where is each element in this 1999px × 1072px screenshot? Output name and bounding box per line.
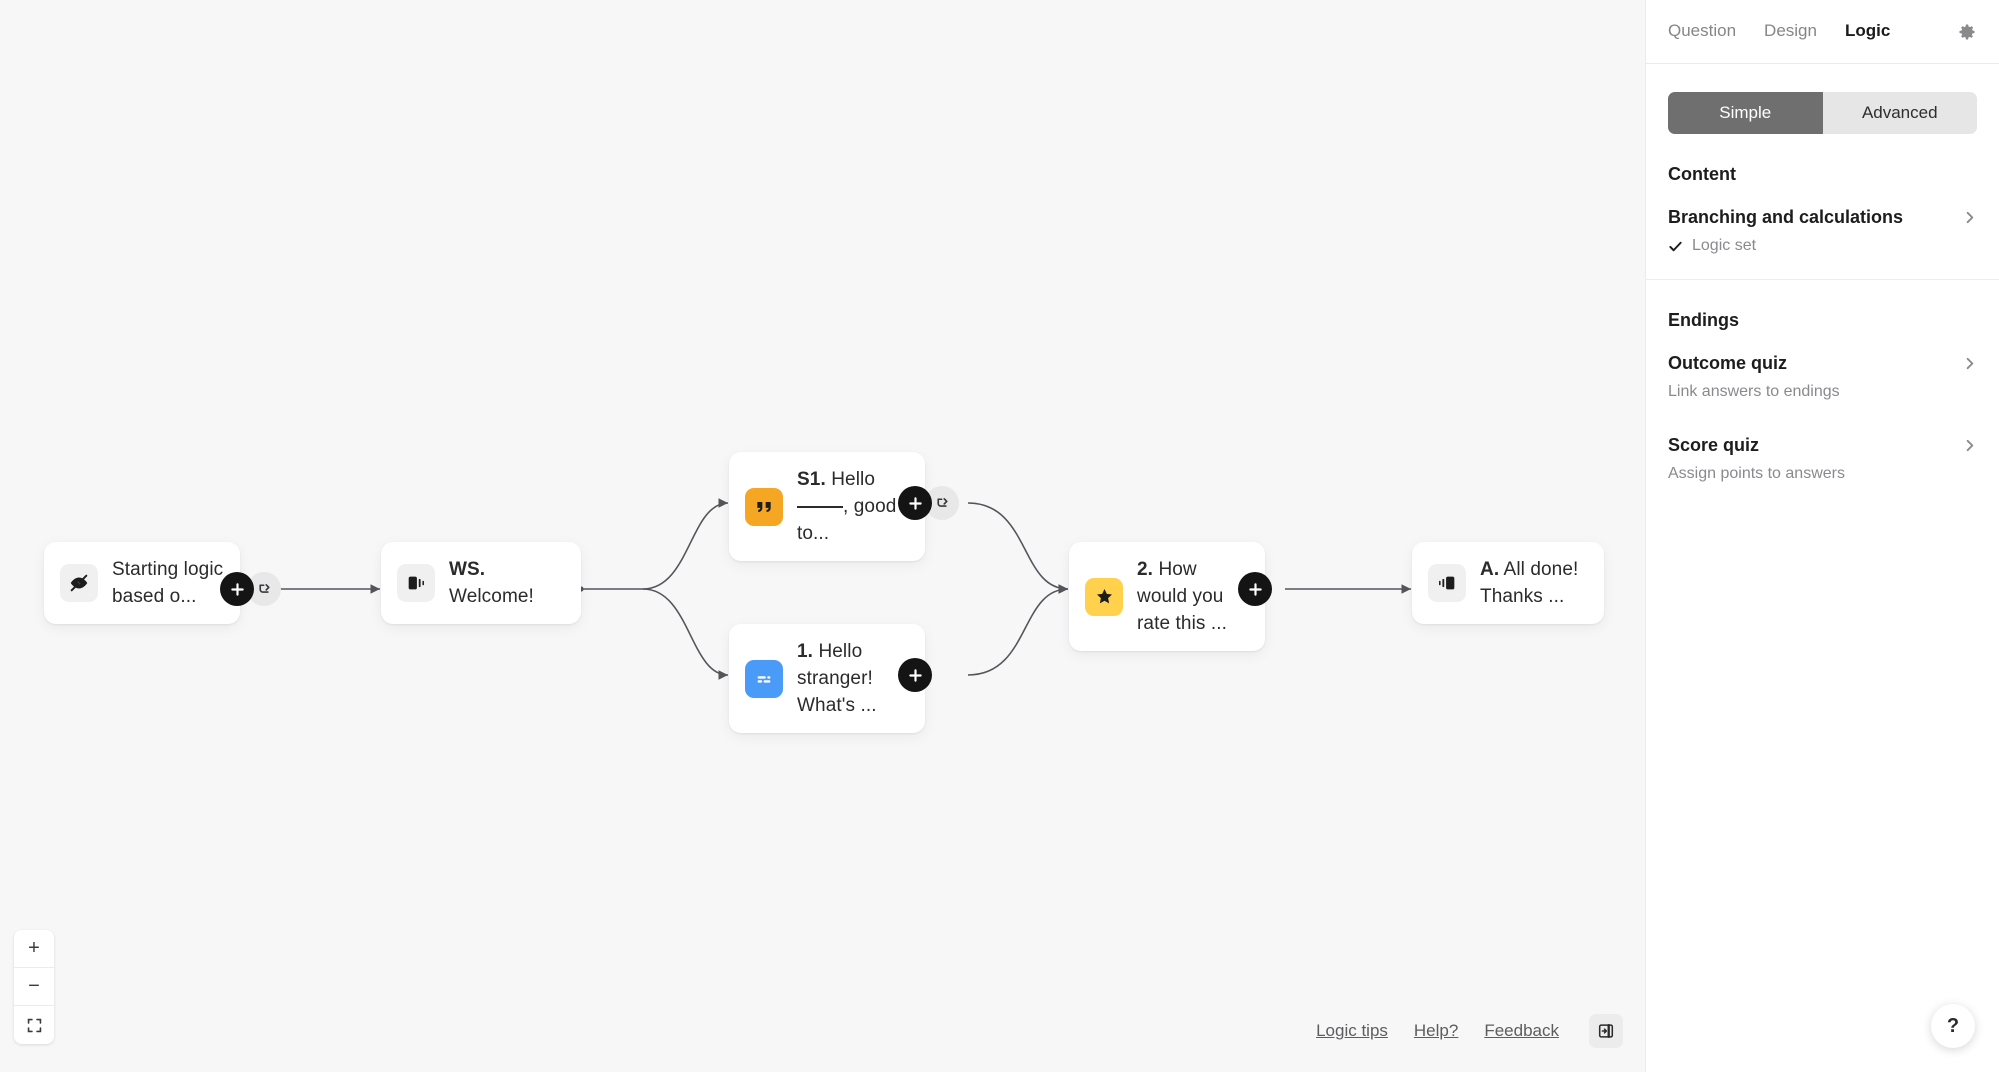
- segment-simple[interactable]: Simple: [1668, 92, 1823, 134]
- help-link[interactable]: Help?: [1414, 1021, 1458, 1041]
- flow-node-prefix: S1.: [797, 469, 826, 490]
- zoom-in-button[interactable]: +: [14, 930, 54, 968]
- zoom-controls: + −: [14, 930, 54, 1044]
- logic-mode-toggle: Simple Advanced: [1668, 92, 1977, 134]
- collapse-panel-button[interactable]: [1589, 1014, 1623, 1048]
- add-step-button-q2[interactable]: [1238, 572, 1272, 606]
- outcome-quiz-row[interactable]: Outcome quiz: [1668, 353, 1977, 374]
- content-section: Content Branching and calculations Logic…: [1646, 164, 1999, 255]
- tab-question[interactable]: Question: [1668, 21, 1736, 43]
- recall-blank-icon: [797, 506, 843, 508]
- content-heading: Content: [1668, 164, 1977, 185]
- flow-canvas[interactable]: Starting logic based o...: [0, 0, 1645, 1072]
- chevron-right-icon: [1962, 210, 1977, 225]
- logic-editor-app: Starting logic based o...: [0, 0, 1999, 1072]
- branching-and-calculations-row[interactable]: Branching and calculations: [1668, 207, 1977, 228]
- flow-node-label: Starting logic based o...: [112, 556, 224, 610]
- zoom-out-button[interactable]: −: [14, 968, 54, 1006]
- flow-node-label: A. All done! Thanks ...: [1480, 556, 1588, 610]
- feedback-link[interactable]: Feedback: [1484, 1021, 1559, 1041]
- fit-to-screen-button[interactable]: [14, 1006, 54, 1044]
- outcome-quiz-subtitle: Link answers to endings: [1668, 383, 1977, 401]
- chevron-right-icon: [1962, 356, 1977, 371]
- endings-section: Endings Outcome quiz Link answers to end…: [1646, 310, 1999, 483]
- right-panel: Question Design Logic Simple Advanced Co…: [1645, 0, 1999, 1072]
- chevron-right-icon: [1962, 438, 1977, 453]
- flow-node-prefix: WS.: [449, 559, 485, 580]
- rating-star-icon: [1085, 578, 1123, 616]
- branching-status-label: Logic set: [1692, 237, 1756, 255]
- flow-node-body: Welcome!: [449, 586, 534, 607]
- score-quiz-row[interactable]: Score quiz: [1668, 435, 1977, 456]
- flow-node-label: 2. How would you rate this ...: [1137, 556, 1249, 637]
- score-quiz-subtitle: Assign points to answers: [1668, 465, 1977, 483]
- flow-node-label: 1. Hello stranger! What's ...: [797, 638, 909, 719]
- quote-icon: [745, 488, 783, 526]
- panel-divider: [1646, 279, 1999, 280]
- flow-node-q2[interactable]: 2. How would you rate this ...: [1069, 542, 1265, 651]
- branching-row-label: Branching and calculations: [1668, 207, 1903, 228]
- segment-advanced[interactable]: Advanced: [1823, 92, 1978, 134]
- flow-node-welcome[interactable]: WS. Welcome!: [381, 542, 581, 624]
- branching-status: Logic set: [1668, 237, 1977, 255]
- flow-node-label: WS. Welcome!: [449, 556, 565, 610]
- eye-slash-icon: [60, 564, 98, 602]
- add-step-button-start[interactable]: [220, 572, 254, 606]
- flow-node-prefix: A.: [1480, 559, 1499, 580]
- add-step-button-q1[interactable]: [898, 658, 932, 692]
- flow-node-start[interactable]: Starting logic based o...: [44, 542, 240, 624]
- flow-node-s1[interactable]: S1. Hello , good to...: [729, 452, 925, 561]
- logic-tips-link[interactable]: Logic tips: [1316, 1021, 1388, 1041]
- panel-tabs: Question Design Logic: [1646, 0, 1999, 64]
- flow-node-q1[interactable]: 1. Hello stranger! What's ...: [729, 624, 925, 733]
- ending-screen-icon: [1428, 564, 1466, 602]
- flow-node-prefix: 1.: [797, 641, 813, 662]
- short-text-icon: [745, 660, 783, 698]
- tab-logic[interactable]: Logic: [1845, 21, 1890, 43]
- gear-icon[interactable]: [1957, 22, 1977, 42]
- flow-node-prefix: 2.: [1137, 559, 1153, 580]
- check-icon: [1668, 239, 1683, 254]
- add-step-button-s1[interactable]: [898, 486, 932, 520]
- outcome-quiz-label: Outcome quiz: [1668, 353, 1787, 374]
- canvas-bottom-bar: Logic tips Help? Feedback: [1316, 1014, 1623, 1048]
- tab-design[interactable]: Design: [1764, 21, 1817, 43]
- flow-node-ending[interactable]: A. All done! Thanks ...: [1412, 542, 1604, 624]
- flow-node-label: S1. Hello , good to...: [797, 466, 909, 547]
- welcome-screen-icon: [397, 564, 435, 602]
- help-floating-button[interactable]: ?: [1931, 1004, 1975, 1048]
- endings-heading: Endings: [1668, 310, 1977, 331]
- score-quiz-label: Score quiz: [1668, 435, 1759, 456]
